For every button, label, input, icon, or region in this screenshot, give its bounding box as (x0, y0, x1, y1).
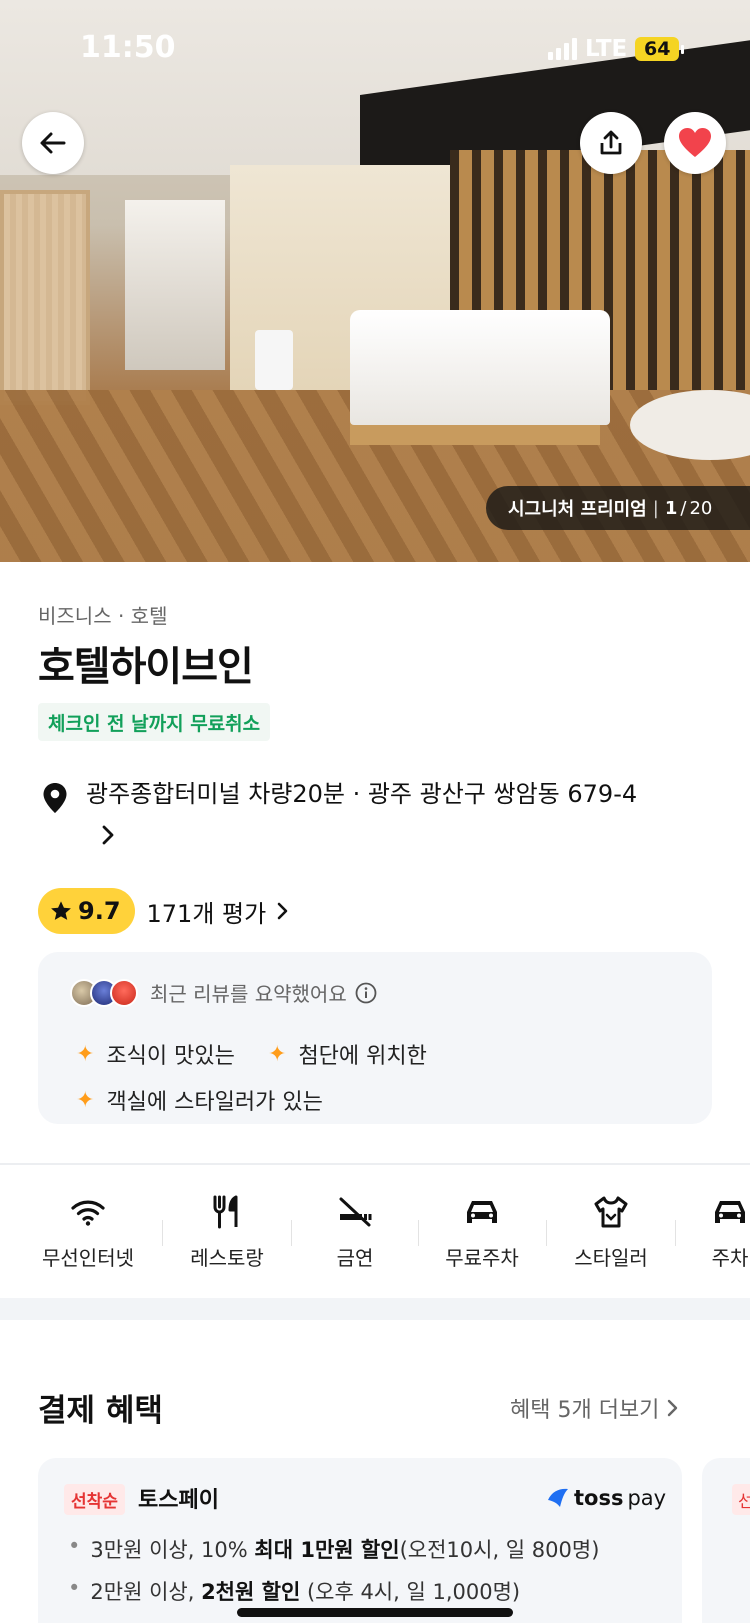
status-time: 11:50 (80, 30, 176, 65)
first-come-badge: 선착순 (64, 1484, 125, 1515)
rating-row[interactable]: 9.7 171개 평가 (38, 888, 290, 934)
amenities-list[interactable]: 무선인터넷 레스토랑 금연 무료주차 스타일러 주차 (0, 1190, 750, 1280)
payment-benefit-card[interactable]: 선착순 토스페이 toss pay • 3만원 이상, 10% 최대 1만원 할… (38, 1458, 682, 1623)
wifi-icon (23, 1190, 153, 1234)
rating-badge: 9.7 (38, 888, 135, 934)
share-button[interactable] (580, 112, 642, 174)
photo-index: 1 (664, 497, 678, 519)
arrow-left-icon (40, 132, 66, 154)
review-tag: ✦ 조식이 맛있는 (76, 1041, 235, 1070)
home-indicator (237, 1608, 513, 1617)
car-icon (665, 1190, 750, 1234)
review-count: 171개 평가 (146, 899, 267, 928)
free-cancel-badge: 체크인 전 날까지 무료취소 (38, 703, 271, 741)
status-bar: 11:50 LTE 64 (0, 0, 750, 100)
review-tag: ✦ 첨단에 위치한 (268, 1041, 427, 1070)
battery-level: 64 (635, 37, 680, 61)
benefit-line: • 3만원 이상, 10% 최대 1만원 할인(오전10시, 일 800명) (68, 1534, 600, 1562)
battery-icon: 64 (635, 37, 685, 61)
section-gap (0, 1298, 750, 1320)
payment-benefit-card-next[interactable]: 선 (702, 1458, 750, 1623)
share-icon (600, 130, 622, 155)
no-smoking-icon (290, 1190, 420, 1234)
sparkle-icon: ✦ (268, 1041, 287, 1067)
photo-counter[interactable]: 시그니처 프리미엄 | 1 / 20 (486, 486, 750, 530)
review-summary-label: 최근 리뷰를 요약했어요 (150, 982, 347, 1006)
photo-bathroom (125, 200, 225, 370)
location-pin-icon (43, 783, 67, 813)
section-divider (0, 1163, 750, 1165)
benefit-line: • 2만원 이상, 2천원 할인 (오후 4시, 일 1,000명) (68, 1576, 521, 1604)
reviewer-avatars (70, 978, 138, 1007)
sparkle-icon: ✦ (76, 1041, 95, 1067)
review-summary-card: 최근 리뷰를 요약했어요 ✦ 조식이 맛있는 ✦ 첨단에 위치한 ✦ 객실에 스… (38, 952, 712, 1124)
status-indicators: LTE 64 (548, 36, 685, 62)
chevron-right-icon (276, 901, 290, 921)
room-name: 시그니처 프리미엄 (508, 499, 647, 520)
sparkle-icon: ✦ (76, 1087, 95, 1113)
car-icon (417, 1190, 547, 1234)
like-button[interactable] (664, 112, 726, 174)
toss-pay-logo: toss pay (546, 1486, 666, 1510)
amenity-wifi[interactable]: 무선인터넷 (23, 1190, 153, 1271)
amenity-restaurant[interactable]: 레스토랑 (162, 1190, 292, 1271)
photo-door (0, 190, 90, 405)
restaurant-icon (162, 1190, 292, 1234)
heart-icon (679, 128, 711, 157)
rating-score: 9.7 (78, 897, 121, 925)
amenity-parking[interactable]: 주차 (665, 1190, 750, 1271)
network-type: LTE (585, 36, 628, 62)
back-button[interactable] (22, 112, 84, 174)
star-icon (51, 901, 71, 920)
payment-provider-name: 토스페이 (138, 1488, 219, 1513)
payment-benefits-title: 결제 혜택 (38, 1393, 163, 1429)
chevron-right-icon (668, 1399, 678, 1417)
review-tag: ✦ 객실에 스타일러가 있는 (76, 1087, 323, 1116)
review-summary-header: 최근 리뷰를 요약했어요 (70, 978, 377, 1007)
avatar (110, 978, 138, 1007)
photo-air-purifier (255, 330, 293, 390)
amenity-no-smoking[interactable]: 금연 (290, 1190, 420, 1271)
first-come-badge: 선 (732, 1484, 750, 1515)
photo-bed (350, 310, 610, 425)
toss-logo-icon (548, 1488, 568, 1507)
styler-icon (546, 1190, 676, 1234)
info-icon[interactable] (355, 982, 377, 1004)
hotel-address: 광주종합터미널 차량20분 · 광주 광산구 쌍암동 679-4 (86, 780, 638, 808)
amenity-free-parking[interactable]: 무료주차 (417, 1190, 547, 1271)
amenity-styler[interactable]: 스타일러 (546, 1190, 676, 1271)
signal-icon (548, 38, 577, 60)
hotel-category: 비즈니스 · 호텔 (38, 604, 168, 628)
chevron-right-icon (102, 825, 114, 845)
hotel-name: 호텔하이브인 (38, 644, 254, 690)
more-benefits-link[interactable]: 혜택 5개 더보기 (510, 1392, 679, 1424)
photo-total: 20 (689, 497, 713, 519)
